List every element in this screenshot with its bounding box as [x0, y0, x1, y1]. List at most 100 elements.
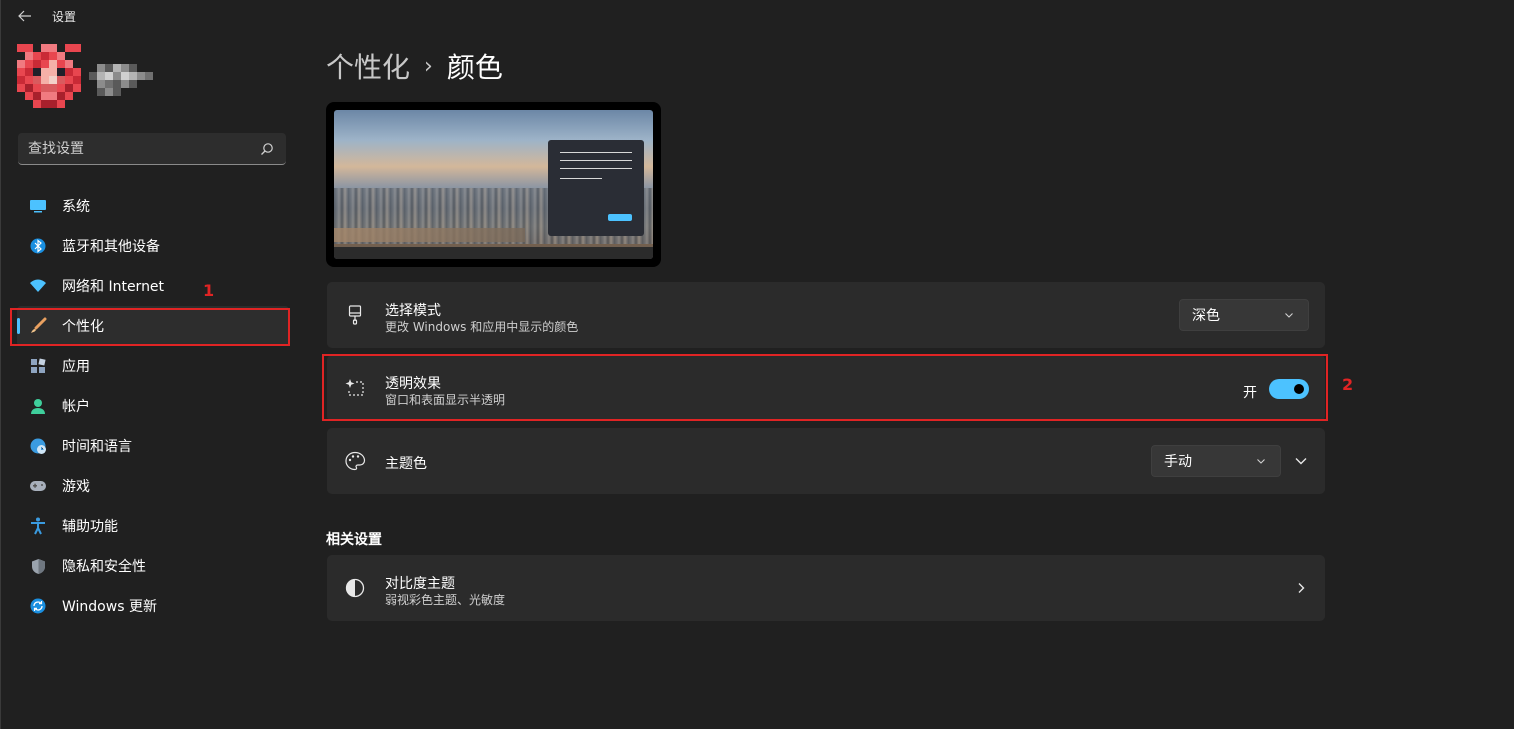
back-button[interactable] [13, 6, 37, 26]
sidebar-item-accessibility[interactable]: 辅助功能 [17, 506, 289, 546]
avatar-pixel [57, 84, 65, 92]
chevron-right-icon [1298, 583, 1305, 593]
avatar-pixel [17, 52, 25, 60]
avatar-pixel [49, 84, 57, 92]
sidebar-item-label: 辅助功能 [62, 519, 118, 535]
sidebar-item-time-language[interactable]: 时间和语言 [17, 426, 289, 466]
username-pixel [137, 88, 145, 96]
avatar-pixel [25, 60, 33, 68]
annotation-box-personalization [10, 308, 290, 346]
username-pixel [89, 72, 97, 80]
avatar-pixel [25, 84, 33, 92]
contrast-icon [344, 577, 366, 599]
username-pixel [121, 80, 129, 88]
person-icon [29, 397, 47, 415]
username-pixel [137, 64, 145, 72]
avatar-pixel [57, 60, 65, 68]
setting-contrast-themes[interactable]: 对比度主题 弱视彩色主题、光敏度 [327, 555, 1325, 621]
avatar-pixel [73, 92, 81, 100]
mode-dropdown-value: 深色 [1192, 308, 1220, 324]
username-pixel [145, 88, 153, 96]
sidebar-item-privacy[interactable]: 隐私和安全性 [17, 546, 289, 586]
avatar-pixel [41, 84, 49, 92]
preview-taskbar [334, 247, 653, 259]
username-pixel [105, 72, 113, 80]
sidebar-item-network[interactable]: 网络和 Internet [17, 266, 289, 306]
avatar-pixel [57, 52, 65, 60]
preview-line [560, 152, 632, 153]
sidebar-nav: 系统 蓝牙和其他设备 网络和 Internet 个性化 应用 帐户 时间和语言 … [17, 186, 289, 626]
chevron-down-icon [1257, 459, 1265, 464]
shield-icon [29, 557, 47, 575]
username-pixel [137, 72, 145, 80]
monitor-icon [29, 197, 47, 215]
gamepad-icon [29, 477, 47, 495]
avatar-pixel [65, 68, 73, 76]
preview-line [560, 178, 602, 179]
wallpaper-preview [334, 110, 653, 259]
avatar-pixel [65, 76, 73, 84]
sidebar-item-accounts[interactable]: 帐户 [17, 386, 289, 426]
sidebar-item-bluetooth[interactable]: 蓝牙和其他设备 [17, 226, 289, 266]
sidebar-item-windows-update[interactable]: Windows 更新 [17, 586, 289, 626]
sidebar-item-system[interactable]: 系统 [17, 186, 289, 226]
sidebar-item-gaming[interactable]: 游戏 [17, 466, 289, 506]
username-pixel [89, 80, 97, 88]
setting-choose-mode: 选择模式 更改 Windows 和应用中显示的颜色 深色 [327, 282, 1325, 348]
avatar-pixel [33, 68, 41, 76]
username-pixel [97, 88, 105, 96]
sidebar-item-apps[interactable]: 应用 [17, 346, 289, 386]
bluetooth-icon [29, 237, 47, 255]
avatar-pixel [33, 84, 41, 92]
avatar-pixel [33, 76, 41, 84]
avatar-pixel [33, 52, 41, 60]
username-blurred [89, 64, 155, 96]
avatar-pixel [41, 52, 49, 60]
breadcrumb-parent[interactable]: 个性化 [326, 46, 410, 86]
username-pixel [105, 64, 113, 72]
avatar-pixel [17, 100, 25, 108]
sidebar-item-label: 时间和语言 [62, 439, 132, 455]
search-box[interactable] [18, 133, 286, 165]
username-pixel [121, 88, 129, 96]
avatar-pixel [49, 52, 57, 60]
search-icon[interactable] [260, 142, 274, 156]
avatar[interactable] [17, 44, 81, 108]
breadcrumb-separator: › [424, 53, 433, 79]
avatar-pixel [25, 68, 33, 76]
search-input[interactable] [28, 139, 248, 159]
avatar-pixel [73, 84, 81, 92]
sidebar-item-label: 游戏 [62, 479, 90, 495]
sidebar-item-label: 网络和 Internet [62, 279, 165, 295]
username-pixel [145, 80, 153, 88]
chevron-down-icon [1285, 313, 1293, 318]
preview-line [560, 168, 632, 169]
username-pixel [145, 64, 153, 72]
avatar-pixel [49, 60, 57, 68]
setting-title: 对比度主题 [385, 576, 455, 592]
avatar-pixel [65, 60, 73, 68]
avatar-pixel [73, 52, 81, 60]
annotation-box-transparency [322, 354, 1328, 421]
globe-clock-icon [29, 437, 47, 455]
page-title: 颜色 [446, 51, 503, 84]
mode-dropdown[interactable]: 深色 [1179, 299, 1309, 331]
accessibility-icon [29, 517, 47, 535]
avatar-pixel [73, 76, 81, 84]
avatar-pixel [17, 84, 25, 92]
avatar-pixel [49, 100, 57, 108]
preview-window [548, 140, 644, 236]
username-pixel [121, 72, 129, 80]
username-pixel [145, 72, 153, 80]
avatar-pixel [41, 68, 49, 76]
username-pixel [105, 80, 113, 88]
related-settings-heading: 相关设置 [326, 532, 382, 548]
setting-accent-color[interactable]: 主题色 手动 [327, 428, 1325, 494]
avatar-pixel [49, 92, 57, 100]
palette-icon [344, 450, 366, 472]
preview-accent-button [608, 214, 632, 221]
avatar-pixel [25, 76, 33, 84]
avatar-pixel [17, 44, 25, 52]
expand-chevron-icon[interactable] [1294, 454, 1308, 468]
accent-dropdown[interactable]: 手动 [1151, 445, 1281, 477]
